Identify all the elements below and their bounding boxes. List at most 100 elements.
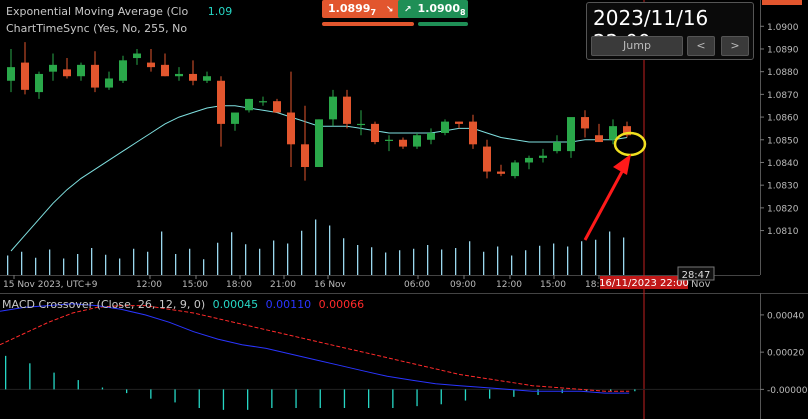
charttimesync-label[interactable]: ChartTimeSync (Yes, No, 255, No xyxy=(6,22,187,35)
macd-hist-bar xyxy=(537,389,539,395)
buy-button[interactable]: ↗ 1.09008 xyxy=(398,0,468,18)
macd-hist-bar xyxy=(29,363,31,390)
buy-bar xyxy=(418,22,468,26)
price-tick-label: 1.0850 xyxy=(767,136,799,146)
candle-body xyxy=(7,67,15,81)
ema-indicator-label[interactable]: Exponential Moving Average (Clo 1.09 xyxy=(6,5,232,18)
candle-body xyxy=(385,139,393,141)
macd-main-line xyxy=(0,303,630,394)
time-tick-label: 12:00 xyxy=(496,280,522,290)
candle-body xyxy=(133,53,141,59)
ema-value: 1.09 xyxy=(207,5,233,18)
candle-body xyxy=(203,76,211,81)
volume-bar xyxy=(455,248,457,275)
macd-hist-value: 0.00045 xyxy=(212,298,259,311)
candle-body xyxy=(497,171,505,174)
jump-panel: 2023/11/16 22:00 Jump < > xyxy=(586,2,754,60)
volume-bar xyxy=(301,230,303,275)
candle-body xyxy=(287,112,295,145)
macd-hist-bar xyxy=(150,389,152,399)
prev-button[interactable]: < xyxy=(687,36,715,56)
volume-bar xyxy=(105,254,107,275)
volume-bar xyxy=(7,255,9,275)
candle-body xyxy=(147,62,155,68)
candle-body xyxy=(329,96,337,120)
candle-body xyxy=(175,73,183,77)
time-tick-label: 18:00 xyxy=(226,280,252,290)
volume-bar xyxy=(329,225,331,275)
volume-bar xyxy=(245,244,247,275)
candle-body xyxy=(273,101,281,113)
macd-signal-value: 0.00066 xyxy=(318,298,365,311)
candle-body xyxy=(483,146,491,172)
volume-bar xyxy=(217,242,219,275)
candle-body xyxy=(609,126,617,140)
candle-body xyxy=(455,121,463,124)
candle-body xyxy=(399,139,407,147)
volume-bar xyxy=(371,247,373,275)
volume-bar xyxy=(147,251,149,275)
volume-bar xyxy=(231,232,233,275)
macd-hist-bar xyxy=(77,380,79,390)
price-tick-label: 1.0810 xyxy=(767,227,799,237)
chart-canvas[interactable]: 1.0900 1.0890 1.0880 1.0870 1.0860 1.0850 1.08… xyxy=(0,0,808,419)
macd-hist-bar xyxy=(247,389,249,410)
candle-body xyxy=(469,121,477,145)
volume-bar xyxy=(497,246,499,275)
candle-body xyxy=(259,101,267,103)
macd-indicator-label[interactable]: MACD Crossover (Close, 26, 12, 9, 0) 0.0… xyxy=(2,298,364,311)
macd-hist-bar xyxy=(198,389,200,408)
volume-bar xyxy=(287,243,289,275)
volume-bar xyxy=(49,249,51,275)
macd-hist-bar xyxy=(271,389,273,408)
volume-bar xyxy=(119,258,121,275)
crosshair-time-label: 16/11/2023 22:00 xyxy=(599,278,689,289)
macd-hist-bar xyxy=(464,389,467,401)
volume-bar xyxy=(315,219,317,275)
volume-bar xyxy=(21,251,23,275)
candle-body xyxy=(371,123,379,143)
price-tick-label: 1.0890 xyxy=(767,45,799,55)
macd-hist-bar xyxy=(634,389,636,392)
volume-bar xyxy=(63,258,65,275)
sell-arrow-icon: ↘ xyxy=(385,5,394,15)
next-button[interactable]: > xyxy=(721,36,749,56)
jump-button[interactable]: Jump xyxy=(591,36,683,56)
volume-bar xyxy=(623,237,625,275)
time-tick-label: 09:00 xyxy=(450,280,476,290)
buy-price: 1.0900 xyxy=(417,2,460,15)
price-tick-label: 1.0900 xyxy=(767,23,799,33)
candle-body xyxy=(441,121,449,133)
volume-bar xyxy=(469,241,471,275)
volume-bar xyxy=(483,251,485,275)
candle-body xyxy=(343,96,351,124)
volume-bar xyxy=(161,231,163,275)
price-tick-label: 1.0870 xyxy=(767,91,799,101)
volume-bar xyxy=(553,243,555,275)
volume-bar xyxy=(413,248,415,275)
macd-tick-label: -0.00000 xyxy=(767,386,808,396)
volume-bar xyxy=(595,239,597,275)
sell-bar xyxy=(322,22,414,26)
time-tick-label: 21:00 xyxy=(270,280,296,290)
volume-bar xyxy=(427,245,429,275)
volume-bar xyxy=(189,248,191,275)
time-tick-label: 15:00 xyxy=(182,280,208,290)
time-tick-label: 15:00 xyxy=(540,280,566,290)
macd-hist-bar xyxy=(319,389,321,408)
volume-bar xyxy=(581,241,583,275)
price-tick-label: 1.0880 xyxy=(767,68,799,78)
candle-body xyxy=(539,155,547,158)
candle-body xyxy=(119,60,127,81)
candle-body xyxy=(35,73,43,93)
volume-bar xyxy=(175,254,177,275)
macd-hist-bar xyxy=(343,389,346,408)
macd-axis: 0.00040 0.00020 -0.00000 xyxy=(760,311,808,396)
macd-hist-bar xyxy=(440,389,442,405)
price-tick-label: 1.0840 xyxy=(767,159,799,169)
candle-body xyxy=(49,64,57,72)
macd-hist-bar xyxy=(174,389,176,403)
buy-arrow-icon: ↗ xyxy=(404,5,412,15)
candle-body xyxy=(217,80,225,124)
candle-body xyxy=(63,69,71,77)
